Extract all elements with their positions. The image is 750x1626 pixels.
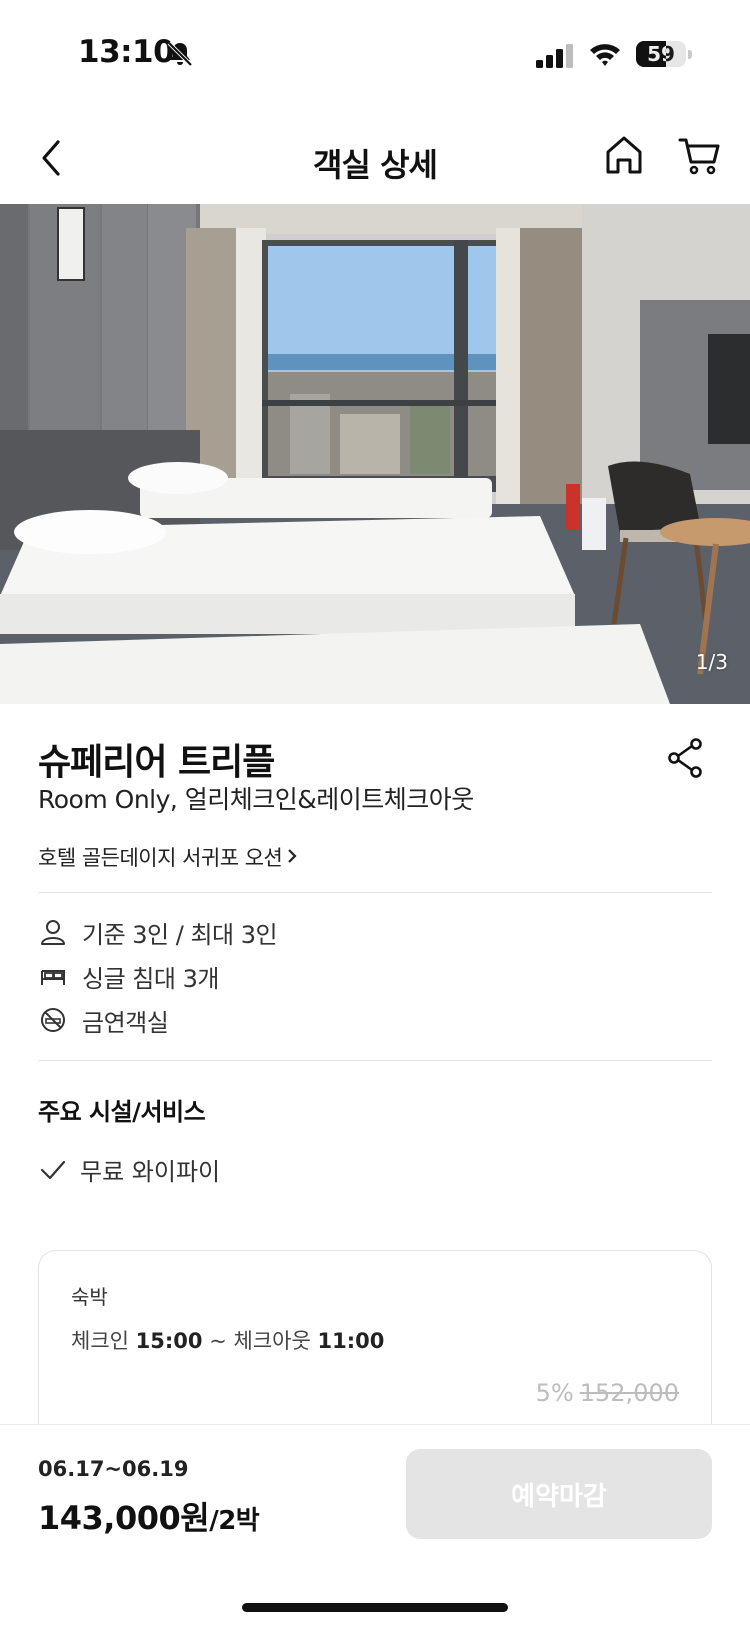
no-smoking-icon — [41, 1008, 65, 1032]
check-icon — [40, 1160, 66, 1179]
bed-icon — [41, 970, 65, 985]
battery-level: 59 — [647, 42, 675, 66]
share-icon[interactable] — [666, 736, 706, 780]
stay-dates: 06.17~06.19 — [38, 1457, 189, 1481]
total-price: 143,000원/2박 — [38, 1493, 260, 1539]
hotel-link-label: 호텔 골든데이지 서귀포 오션 — [38, 846, 283, 870]
status-bar: 13:10 59 — [0, 0, 750, 110]
room-name: 슈페리어 트리플 — [38, 742, 275, 783]
spec-capacity-text: 기준 3인 / 최대 3인 — [82, 920, 278, 949]
discount-info: 5% 152,000 — [536, 1379, 679, 1407]
stay-label: 숙박 — [71, 1285, 108, 1309]
home-indicator — [242, 1603, 508, 1612]
battery-icon: 59 — [636, 41, 686, 67]
time-separator: ~ — [209, 1329, 227, 1353]
stay-times: 체크인 15:00 ~ 체크아웃 11:00 — [71, 1325, 384, 1355]
room-photo — [0, 204, 750, 704]
person-icon — [41, 920, 65, 945]
original-price: 152,000 — [579, 1379, 679, 1407]
amenity-item: 무료 와이파이 — [38, 1152, 220, 1187]
bell-off-icon — [167, 41, 193, 67]
room-subtitle: Room Only, 얼리체크인&레이트체크아웃 — [38, 785, 474, 814]
checkin-time: 15:00 — [135, 1329, 203, 1353]
amenities-title: 주요 시설/서비스 — [38, 1098, 206, 1126]
checkout-label: 체크아웃 — [233, 1329, 311, 1353]
chevron-right-icon — [288, 849, 297, 863]
top-nav: 객실 상세 — [0, 118, 750, 202]
spec-beds-text: 싱글 침대 3개 — [82, 964, 219, 993]
room-photo-carousel[interactable]: 1/3 — [0, 204, 750, 704]
cart-icon[interactable] — [678, 134, 722, 176]
home-icon[interactable] — [604, 134, 644, 176]
spec-capacity: 기준 3인 / 최대 3인 — [38, 914, 278, 950]
signal-icon — [536, 44, 573, 68]
checkout-time: 11:00 — [317, 1329, 385, 1353]
bottom-booking-bar: 06.17~06.19 143,000원/2박 예약마감 — [0, 1424, 750, 1626]
spec-beds: 싱글 침대 3개 — [38, 958, 219, 994]
checkin-label: 체크인 — [71, 1329, 129, 1353]
price-nights: /2박 — [209, 1506, 260, 1536]
status-time: 13:10 — [78, 34, 175, 70]
discount-rate: 5% — [535, 1379, 574, 1407]
divider — [38, 1060, 712, 1061]
spec-smoking: 금연객실 — [38, 1002, 169, 1038]
price-amount: 143,000원 — [38, 1499, 210, 1537]
photo-counter: 1/3 — [695, 650, 728, 674]
divider — [38, 892, 712, 893]
wifi-icon — [590, 44, 620, 66]
amenity-label: 무료 와이파이 — [80, 1158, 221, 1186]
hotel-link[interactable]: 호텔 골든데이지 서귀포 오션 — [38, 842, 298, 872]
spec-smoking-text: 금연객실 — [82, 1008, 169, 1037]
reservation-closed-button[interactable]: 예약마감 — [406, 1449, 712, 1539]
battery-nub — [688, 50, 692, 59]
